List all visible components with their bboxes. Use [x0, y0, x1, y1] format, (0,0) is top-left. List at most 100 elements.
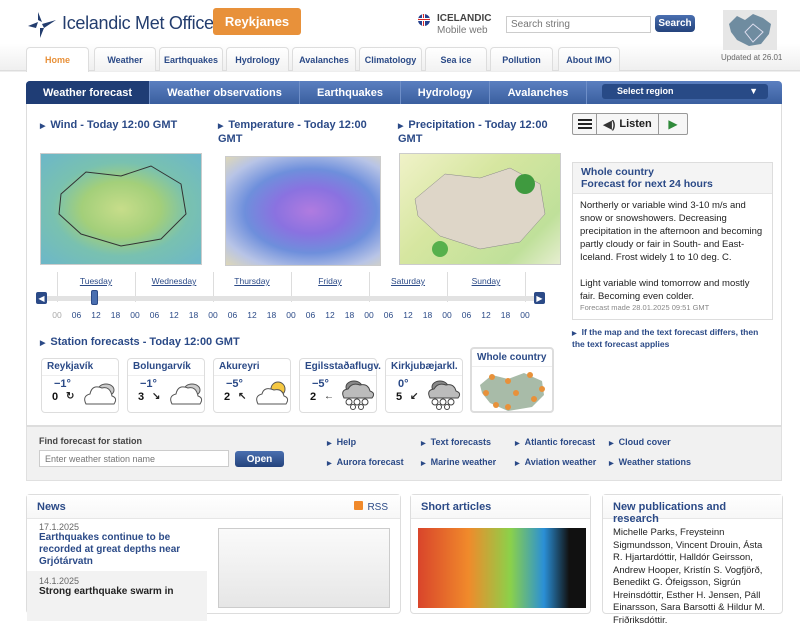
- play-icon[interactable]: ▶: [659, 114, 687, 134]
- nav-tab-sea-ice[interactable]: Sea ice: [425, 47, 487, 71]
- select-region-dropdown[interactable]: Select region ▼: [602, 84, 768, 99]
- triangle-right-icon: ▶: [327, 461, 332, 467]
- timeline-slider-track[interactable]: [46, 296, 536, 301]
- quick-link[interactable]: ▶ Help: [327, 437, 356, 447]
- wind-direction-icon: ↖: [238, 391, 247, 402]
- quick-link[interactable]: ▶ Weather stations: [609, 457, 691, 467]
- listen-button[interactable]: ◀) Listen: [597, 114, 659, 134]
- nav-tab-pollution[interactable]: Pollution: [490, 47, 553, 71]
- iceland-flag-icon[interactable]: [418, 14, 430, 26]
- hour-label[interactable]: 00: [515, 310, 535, 320]
- quick-link[interactable]: ▶ Marine weather: [421, 457, 496, 467]
- precipitation-map-title[interactable]: ▶ Precipitation - Today 12:00 GMT: [398, 119, 548, 145]
- nav-tab-weather[interactable]: Weather: [94, 47, 156, 71]
- day-link[interactable]: Tuesday: [66, 276, 126, 286]
- reykjanes-button[interactable]: Reykjanes: [213, 8, 301, 35]
- station-card[interactable]: Kirkjubæjarkl. 0° 5 ↙: [385, 358, 463, 413]
- day-link[interactable]: Saturday: [378, 276, 438, 286]
- temperature-map[interactable]: [225, 156, 381, 266]
- hour-label[interactable]: 06: [301, 310, 321, 320]
- nav-tab-hydrology[interactable]: Hydrology: [226, 47, 289, 71]
- tab-weather-forecast[interactable]: Weather forecast: [26, 81, 150, 104]
- iceland-map-thumbnail[interactable]: [723, 10, 777, 50]
- hour-label[interactable]: 06: [457, 310, 477, 320]
- hour-label[interactable]: 18: [496, 310, 516, 320]
- hour-label[interactable]: 00: [125, 310, 145, 320]
- hour-label[interactable]: 18: [418, 310, 438, 320]
- station-forecasts-title[interactable]: ▶ Station forecasts - Today 12:00 GMT: [40, 336, 240, 350]
- day-link[interactable]: Thursday: [222, 276, 282, 286]
- hour-label[interactable]: 12: [86, 310, 106, 320]
- quick-link[interactable]: ▶ Aurora forecast: [327, 457, 404, 467]
- news-title-link[interactable]: Earthquakes continue to be recorded at g…: [39, 532, 204, 568]
- nav-tab-avalanches[interactable]: Avalanches: [292, 47, 356, 71]
- station-name: Reykjavík: [47, 361, 94, 372]
- nav-tab-about-imo[interactable]: About IMO: [558, 47, 620, 71]
- sea-temperature-image[interactable]: [418, 528, 586, 608]
- nav-tab-climatology[interactable]: Climatology: [359, 47, 422, 71]
- station-card[interactable]: Egilsstaðaflugv. −5° 2 ←: [299, 358, 381, 413]
- hour-label[interactable]: 18: [340, 310, 360, 320]
- timeline-slider-handle[interactable]: [91, 290, 98, 305]
- station-card[interactable]: Akureyri −5° 2 ↖: [213, 358, 291, 413]
- timeline-next-icon[interactable]: ▶: [534, 292, 545, 304]
- tab-weather-observations[interactable]: Weather observations: [150, 81, 300, 104]
- search-input[interactable]: [506, 16, 651, 33]
- news-image[interactable]: [218, 528, 390, 608]
- logo-text[interactable]: Icelandic Met Office: [62, 13, 214, 34]
- hour-label[interactable]: 18: [262, 310, 282, 320]
- quick-link[interactable]: ▶ Cloud cover: [609, 437, 671, 447]
- precipitation-map[interactable]: [399, 153, 561, 265]
- timeline-prev-icon[interactable]: ◀: [36, 292, 47, 304]
- wind-map[interactable]: [40, 153, 202, 265]
- station-wind-speed: 3: [138, 391, 145, 403]
- hour-label[interactable]: 06: [379, 310, 399, 320]
- hour-label[interactable]: 18: [106, 310, 126, 320]
- search-button[interactable]: Search: [655, 15, 695, 32]
- imo-logo-icon: [28, 12, 56, 38]
- language-link[interactable]: ICELANDIC: [437, 13, 491, 24]
- menu-icon[interactable]: [573, 114, 597, 134]
- nav-tab-earthquakes[interactable]: Earthquakes: [159, 47, 223, 71]
- quick-link[interactable]: ▶ Text forecasts: [421, 437, 491, 447]
- hour-label[interactable]: 12: [398, 310, 418, 320]
- quick-link[interactable]: ▶ Aviation weather: [515, 457, 596, 467]
- news-title-link[interactable]: Strong earthquake swarm in: [39, 586, 195, 597]
- whole-country-card[interactable]: Whole country: [470, 347, 554, 413]
- hour-label[interactable]: 00: [203, 310, 223, 320]
- station-search-input[interactable]: [39, 450, 229, 467]
- hour-label[interactable]: 00: [47, 310, 67, 320]
- station-card[interactable]: Bolungarvík −1° 3 ↘: [127, 358, 205, 413]
- hour-label[interactable]: 06: [145, 310, 165, 320]
- station-card[interactable]: Reykjavík −1° 0 ↻: [41, 358, 119, 413]
- hour-label[interactable]: 12: [164, 310, 184, 320]
- publication-authors[interactable]: Michelle Parks, Freysteinn Sigmundsson, …: [603, 519, 782, 635]
- hour-label[interactable]: 12: [242, 310, 262, 320]
- tab-hydrology[interactable]: Hydrology: [401, 81, 490, 104]
- day-link[interactable]: Sunday: [456, 276, 516, 286]
- quick-link[interactable]: ▶ Atlantic forecast: [515, 437, 595, 447]
- day-link[interactable]: Wednesday: [144, 276, 204, 286]
- hour-label[interactable]: 12: [476, 310, 496, 320]
- news-item[interactable]: 17.1.2025 Earthquakes continue to be reco…: [39, 522, 204, 568]
- news-item[interactable]: 14.1.2025 Strong earthquake swarm in: [27, 571, 207, 621]
- rss-link[interactable]: RSS: [354, 501, 388, 513]
- whole-country-map-icon: [480, 372, 545, 411]
- mobile-web-link[interactable]: Mobile web: [437, 25, 488, 36]
- wind-map-title[interactable]: ▶ Wind - Today 12:00 GMT: [40, 119, 210, 133]
- open-button[interactable]: Open: [235, 451, 284, 467]
- station-temperature: −5°: [312, 378, 329, 390]
- tab-avalanches[interactable]: Avalanches: [490, 81, 587, 104]
- day-link[interactable]: Friday: [300, 276, 360, 286]
- hour-label[interactable]: 12: [320, 310, 340, 320]
- hour-label[interactable]: 00: [437, 310, 457, 320]
- temperature-map-title[interactable]: ▶ Temperature - Today 12:00 GMT: [218, 119, 378, 145]
- nav-tab-home[interactable]: Home: [26, 47, 89, 72]
- hour-label[interactable]: 18: [184, 310, 204, 320]
- hour-label[interactable]: 06: [67, 310, 87, 320]
- forecast-note-link[interactable]: ▶ If the map and the text forecast differ…: [572, 327, 772, 349]
- hour-label[interactable]: 06: [223, 310, 243, 320]
- hour-label[interactable]: 00: [281, 310, 301, 320]
- hour-label[interactable]: 00: [359, 310, 379, 320]
- tab-earthquakes[interactable]: Earthquakes: [300, 81, 401, 104]
